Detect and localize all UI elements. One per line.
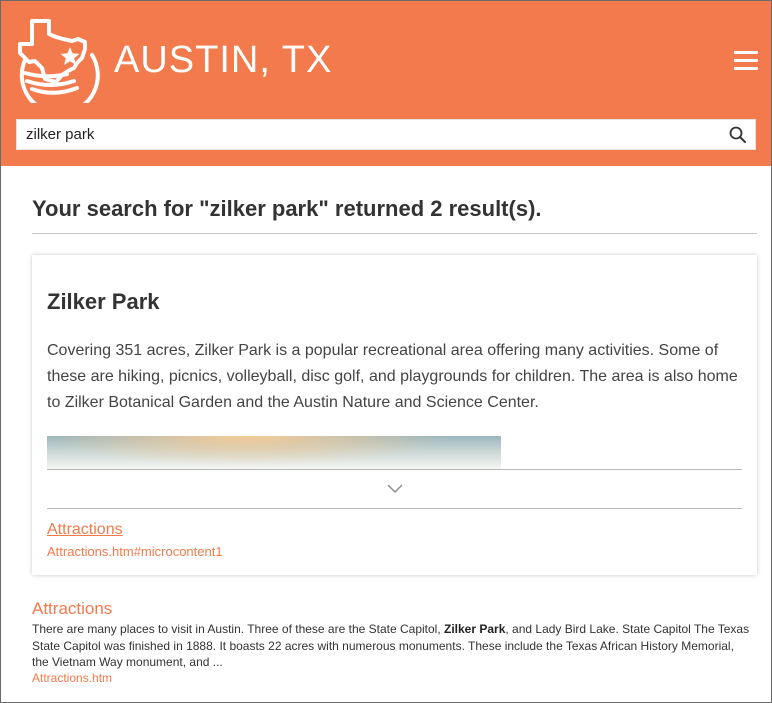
site-title[interactable]: AUSTIN, TX (114, 39, 332, 82)
card-title: Zilker Park (47, 289, 160, 314)
divider (32, 233, 757, 234)
results-heading: Your search for "zilker park" returned 2… (32, 196, 542, 221)
texas-state-star-logo[interactable] (16, 13, 100, 103)
site-header: AUSTIN, TX (1, 1, 771, 166)
menu-bar-bottom (734, 67, 758, 70)
hamburger-menu-icon[interactable] (734, 51, 758, 71)
page: AUSTIN, TX Your search for "zilker park"… (0, 0, 772, 703)
result-title-attractions[interactable]: Attractions (32, 599, 112, 619)
result-snippet: There are many places to visit in Austin… (32, 621, 752, 671)
search-input[interactable] (17, 120, 717, 149)
result-url[interactable]: Attractions.htm (32, 671, 112, 685)
card-link-attractions[interactable]: Attractions (47, 521, 123, 539)
menu-bar-middle (734, 59, 758, 62)
divider (47, 469, 742, 470)
menu-bar-top (734, 51, 758, 54)
card-description: Covering 351 acres, Zilker Park is a pop… (47, 342, 738, 411)
card-url: Attractions.htm#microcontent1 (47, 544, 223, 559)
chevron-down-icon[interactable] (385, 481, 405, 495)
search-icon[interactable] (727, 124, 749, 146)
snippet-highlight: Zilker Park (444, 622, 506, 636)
card-image (47, 436, 501, 469)
divider (47, 508, 742, 509)
search-bar (16, 119, 756, 150)
featured-result-card: Zilker Park Covering 351 acres, Zilker P… (32, 255, 757, 575)
snippet-text: There are many places to visit in Austin… (32, 622, 444, 636)
